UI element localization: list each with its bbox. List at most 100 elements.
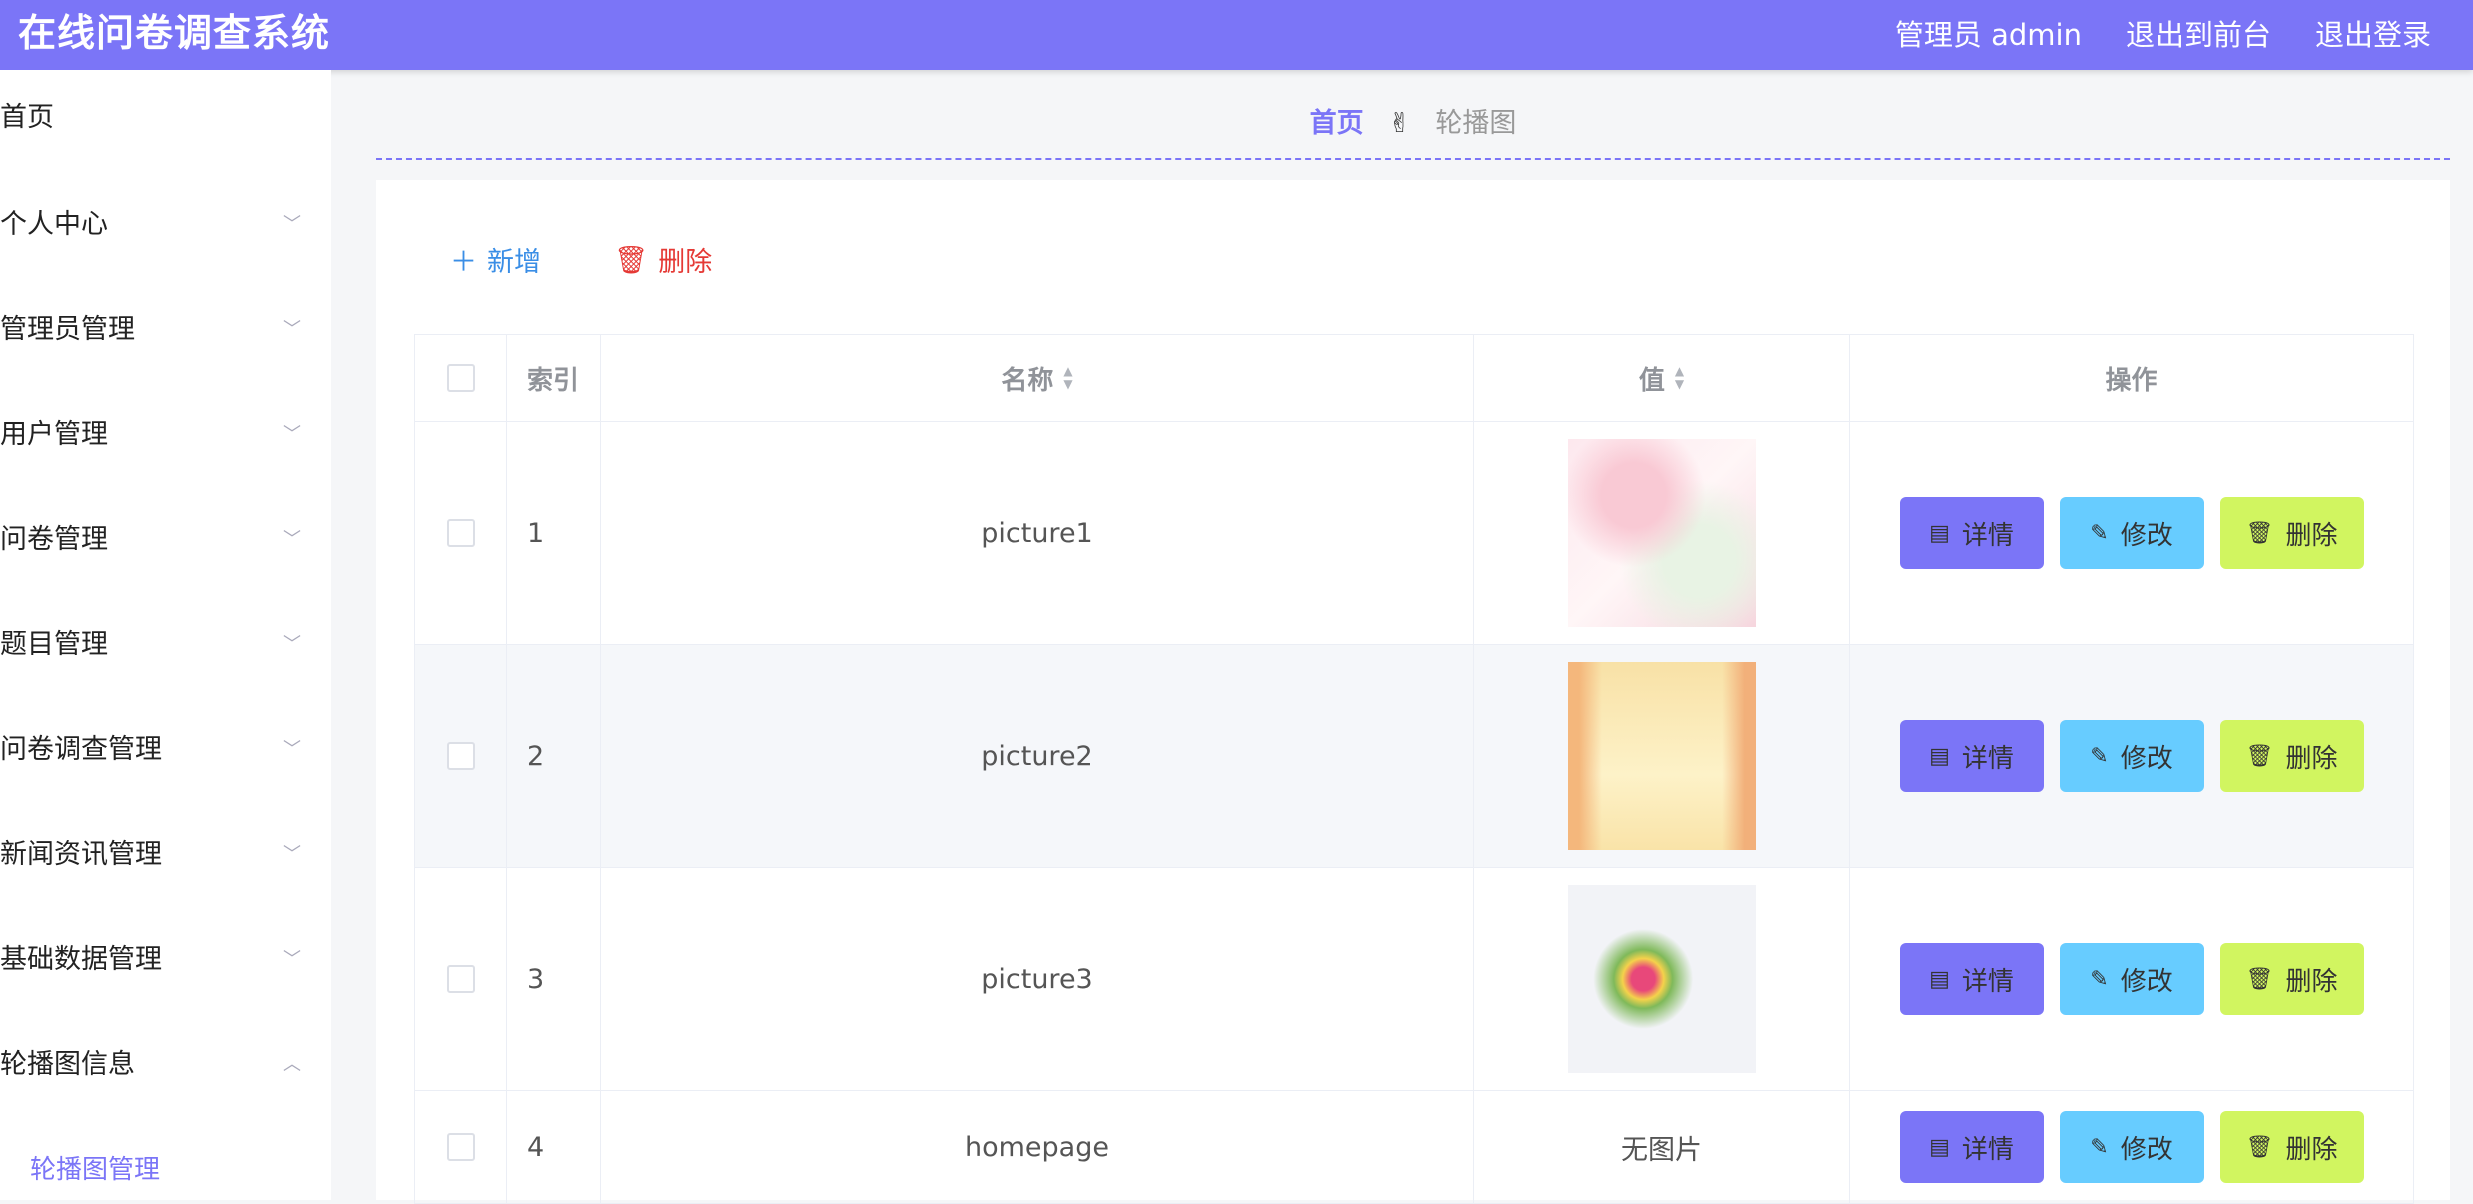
trash-icon: 🗑 xyxy=(2245,1134,2274,1160)
row-checkbox-cell xyxy=(415,645,507,867)
carousel-table: 索引 名称 ▲ ▼ 值 ▲ ▼ 操作 1 picture1 ▤ 详情 ✎ 修改 🗑 删除 2 … xyxy=(414,334,2414,1204)
chevron-down-icon: ﹀ xyxy=(283,214,301,235)
table-header: 索引 名称 ▲ ▼ 值 ▲ ▼ 操作 xyxy=(415,335,2413,422)
delete-button-label: 删除 xyxy=(2285,520,2338,551)
edit-button[interactable]: ✎ 修改 xyxy=(2059,497,2204,569)
row-name: homepage xyxy=(601,1091,1474,1203)
document-icon: ▤ xyxy=(1929,520,1950,546)
row-checkbox[interactable] xyxy=(446,1133,475,1161)
sort-icon[interactable]: ▲ ▼ xyxy=(1063,365,1072,391)
delete-button[interactable]: 🗑 删除 xyxy=(2219,1111,2364,1183)
add-button[interactable]: ＋ 新增 xyxy=(450,240,541,279)
hand-icon: ✌ xyxy=(1388,108,1411,139)
sidebar-item-label: 问卷调查管理 xyxy=(0,734,162,765)
row-value xyxy=(1474,868,1850,1090)
sidebar-item-carousel[interactable]: 轮播图信息 ︿ xyxy=(0,1035,331,1095)
detail-button[interactable]: ▤ 详情 xyxy=(1899,943,2044,1015)
sort-icon[interactable]: ▲ ▼ xyxy=(1675,365,1684,391)
edit-button-label: 修改 xyxy=(2120,743,2173,774)
sidebar-item-label: 题目管理 xyxy=(0,629,108,660)
edit-button-label: 修改 xyxy=(2120,520,2173,551)
sidebar-item-news[interactable]: 新闻资讯管理 ﹀ xyxy=(0,825,331,885)
header-name[interactable]: 名称 ▲ ▼ xyxy=(601,335,1474,421)
row-actions: ▤ 详情 ✎ 修改 🗑 删除 xyxy=(1850,645,2413,867)
row-name: picture2 xyxy=(601,645,1474,867)
row-checkbox[interactable] xyxy=(446,965,475,993)
table-row: 1 picture1 ▤ 详情 ✎ 修改 🗑 删除 xyxy=(415,422,2413,645)
breadcrumb-current: 轮播图 xyxy=(1435,108,1517,139)
row-checkbox-cell xyxy=(415,1091,507,1203)
detail-button[interactable]: ▤ 详情 xyxy=(1899,720,2044,792)
row-index: 2 xyxy=(507,645,601,867)
trash-icon: 🗑 xyxy=(2245,966,2274,992)
delete-button-label: 删除 xyxy=(658,247,713,278)
admin-user-link[interactable]: 管理员 admin xyxy=(1895,12,2082,54)
back-to-frontend-link[interactable]: 退出到前台 xyxy=(2126,12,2271,54)
add-button-label: 新增 xyxy=(487,247,541,278)
sidebar-item-label: 问卷管理 xyxy=(0,524,108,555)
row-checkbox[interactable] xyxy=(446,519,475,547)
edit-button[interactable]: ✎ 修改 xyxy=(2059,720,2204,792)
pencil-icon: ✎ xyxy=(2090,966,2109,992)
chevron-down-icon: ﹀ xyxy=(283,844,301,865)
document-icon: ▤ xyxy=(1929,966,1950,992)
table-row: 4 homepage 无图片 ▤ 详情 ✎ 修改 🗑 删除 xyxy=(415,1091,2413,1204)
trash-icon: 🗑 xyxy=(2245,520,2274,546)
sidebar-item-surveys[interactable]: 问卷管理 ﹀ xyxy=(0,510,331,570)
delete-button[interactable]: 🗑 删除 xyxy=(2219,720,2364,792)
plus-icon: ＋ xyxy=(450,247,477,278)
row-actions: ▤ 详情 ✎ 修改 🗑 删除 xyxy=(1850,868,2413,1090)
trash-icon: 🗑 xyxy=(614,244,649,276)
carousel-image-thumbnail[interactable] xyxy=(1567,885,1756,1073)
sidebar-item-home[interactable]: 首页 xyxy=(0,88,331,148)
detail-button[interactable]: ▤ 详情 xyxy=(1899,497,2044,569)
sidebar-item-users[interactable]: 用户管理 ﹀ xyxy=(0,405,331,465)
row-checkbox-cell xyxy=(415,868,507,1090)
edit-button-label: 修改 xyxy=(2120,966,2173,997)
sidebar-item-label: 基础数据管理 xyxy=(0,944,162,975)
row-checkbox[interactable] xyxy=(446,742,475,770)
sidebar-item-label: 用户管理 xyxy=(0,419,108,450)
select-all-checkbox[interactable] xyxy=(446,364,475,392)
sidebar-item-label: 个人中心 xyxy=(0,209,108,240)
sidebar-item-questions[interactable]: 题目管理 ﹀ xyxy=(0,615,331,675)
sidebar-item-admins[interactable]: 管理员管理 ﹀ xyxy=(0,300,331,360)
row-actions: ▤ 详情 ✎ 修改 🗑 删除 xyxy=(1850,422,2413,644)
trash-icon: 🗑 xyxy=(2245,743,2274,769)
carousel-image-thumbnail[interactable] xyxy=(1567,439,1756,627)
sidebar-item-label: 首页 xyxy=(0,102,54,133)
header-actions: 操作 xyxy=(2105,365,2158,396)
delete-button[interactable]: 🗑 删除 xyxy=(2219,943,2364,1015)
header-value-label: 值 xyxy=(1638,365,1665,396)
chevron-up-icon: ︿ xyxy=(283,1054,301,1075)
carousel-image-thumbnail[interactable] xyxy=(1567,662,1756,850)
sidebar: 首页 个人中心 ﹀ 管理员管理 ﹀ 用户管理 ﹀ 问卷管理 ﹀ 题目管理 ﹀ 问卷调查管理… xyxy=(0,70,331,1200)
pencil-icon: ✎ xyxy=(2090,1134,2109,1160)
row-index: 1 xyxy=(507,422,601,644)
row-name: picture3 xyxy=(601,868,1474,1090)
chevron-down-icon: ﹀ xyxy=(283,949,301,970)
sidebar-subitem-carousel-manage[interactable]: 轮播图管理 xyxy=(30,1149,160,1186)
batch-delete-button[interactable]: 🗑 删除 xyxy=(614,240,712,279)
detail-button-label: 详情 xyxy=(1961,520,2014,551)
delete-button[interactable]: 🗑 删除 xyxy=(2219,497,2364,569)
detail-button[interactable]: ▤ 详情 xyxy=(1899,1111,2044,1183)
sidebar-item-profile[interactable]: 个人中心 ﹀ xyxy=(0,195,331,255)
sidebar-item-label: 管理员管理 xyxy=(0,314,135,345)
document-icon: ▤ xyxy=(1929,743,1950,769)
edit-button[interactable]: ✎ 修改 xyxy=(2059,1111,2204,1183)
row-value xyxy=(1474,422,1850,644)
sidebar-item-basic-data[interactable]: 基础数据管理 ﹀ xyxy=(0,930,331,990)
row-value: 无图片 xyxy=(1474,1091,1850,1203)
pencil-icon: ✎ xyxy=(2090,743,2109,769)
detail-button-label: 详情 xyxy=(1961,966,2014,997)
header-value[interactable]: 值 ▲ ▼ xyxy=(1474,335,1850,421)
logout-link[interactable]: 退出登录 xyxy=(2315,12,2431,54)
breadcrumb: 首页 ✌ 轮播图 xyxy=(376,100,2450,160)
edit-button[interactable]: ✎ 修改 xyxy=(2059,943,2204,1015)
sidebar-item-survey-responses[interactable]: 问卷调查管理 ﹀ xyxy=(0,720,331,780)
detail-button-label: 详情 xyxy=(1961,743,2014,774)
breadcrumb-home[interactable]: 首页 xyxy=(1310,108,1364,139)
app-title: 在线问卷调查系统 xyxy=(18,11,331,55)
row-actions: ▤ 详情 ✎ 修改 🗑 删除 xyxy=(1850,1091,2413,1203)
